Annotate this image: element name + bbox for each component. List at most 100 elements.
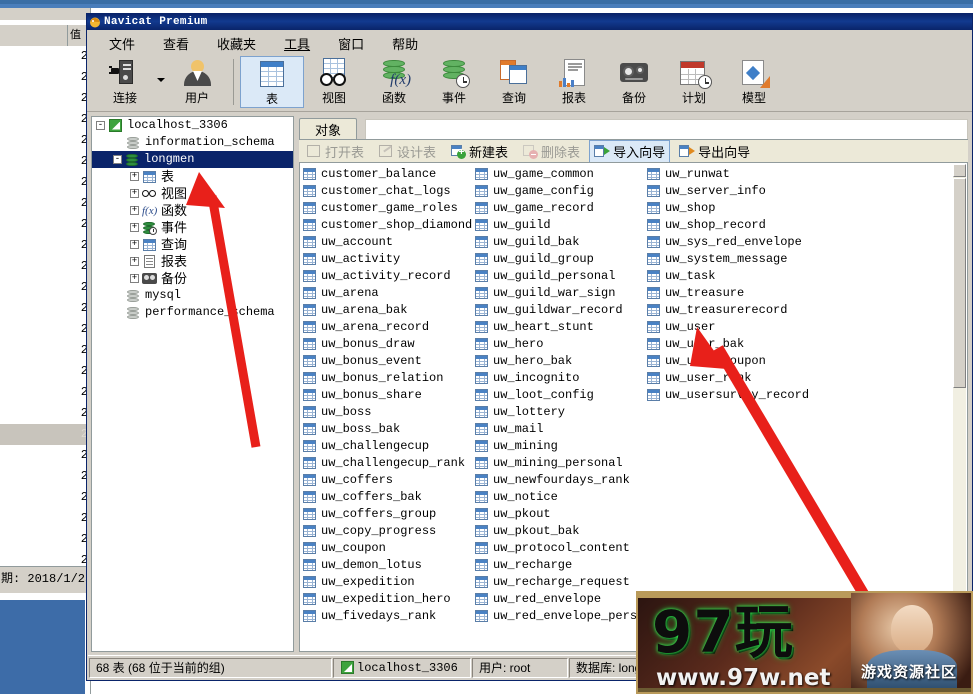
menu-view[interactable]: 查看 [149, 31, 203, 56]
background-row[interactable]: 2 [0, 88, 90, 109]
background-row[interactable]: 2 [0, 361, 90, 382]
table-list-item[interactable]: uw_activity [302, 250, 474, 267]
tree-node-information_schema[interactable]: information_schema [92, 134, 293, 151]
table-list-item[interactable]: uw_bonus_draw [302, 335, 474, 352]
table-list-item[interactable]: uw_boss_bak [302, 420, 474, 437]
toolbar-backup[interactable]: 备份 [604, 56, 664, 108]
expand-toggle-icon[interactable]: + [130, 223, 139, 232]
background-column-header-1[interactable] [0, 25, 68, 46]
table-list-item[interactable]: uw_system_message [646, 250, 836, 267]
table-list-item[interactable]: uw_sys_red_envelope [646, 233, 836, 250]
menu-help[interactable]: 帮助 [378, 31, 432, 56]
background-row[interactable]: 2 [0, 445, 90, 466]
collapse-toggle-icon[interactable]: - [113, 155, 122, 164]
background-row[interactable]: 2 [0, 403, 90, 424]
table-list-item[interactable]: uw_heart_stunt [474, 318, 646, 335]
menu-window[interactable]: 窗口 [324, 31, 378, 56]
toolbar-schedule[interactable]: 计划 [664, 56, 724, 108]
table-list-item[interactable]: uw_coffers_bak [302, 488, 474, 505]
table-list-item[interactable]: uw_pkout [474, 505, 646, 522]
table-list-item[interactable]: uw_account [302, 233, 474, 250]
menu-tools[interactable]: 工具 [270, 31, 324, 56]
expand-toggle-icon[interactable]: + [130, 172, 139, 181]
table-list-item[interactable]: uw_guild_personal [474, 267, 646, 284]
scrollbar-up-arrow[interactable] [953, 164, 966, 177]
table-list-item[interactable]: uw_red_envelope [474, 590, 646, 607]
tree-node--[interactable]: + 表 [92, 168, 293, 185]
table-list-item[interactable]: uw_mail [474, 420, 646, 437]
table-list-item[interactable]: uw_runwat [646, 165, 836, 182]
chevron-down-icon[interactable] [157, 78, 165, 82]
table-list-item[interactable]: uw_loot_config [474, 386, 646, 403]
table-list-item[interactable]: uw_guildwar_record [474, 301, 646, 318]
background-row[interactable]: 2 [0, 424, 90, 445]
background-row[interactable]: 2 [0, 235, 90, 256]
tree-node--[interactable]: + f(x) 函数 [92, 202, 293, 219]
menu-favorites[interactable]: 收藏夹 [203, 31, 270, 56]
table-list-item[interactable]: uw_treasurerecord [646, 301, 836, 318]
table-list-item[interactable]: uw_incognito [474, 369, 646, 386]
table-list-item[interactable]: uw_treasure [646, 284, 836, 301]
table-list-item[interactable]: uw_activity_record [302, 267, 474, 284]
table-list-item[interactable]: uw_recharge_request [474, 573, 646, 590]
table-list-item[interactable]: uw_newfourdays_rank [474, 471, 646, 488]
table-list-item[interactable]: uw_user_rank [646, 369, 836, 386]
table-list-item[interactable]: uw_notice [474, 488, 646, 505]
design-table-button[interactable]: 设计表 [373, 140, 441, 163]
background-row[interactable]: 2 [0, 277, 90, 298]
background-row[interactable]: 2 [0, 487, 90, 508]
background-row[interactable]: 2 [0, 109, 90, 130]
background-row[interactable]: 2 [0, 256, 90, 277]
table-list-item[interactable]: uw_coffers_group [302, 505, 474, 522]
background-row[interactable]: 2 [0, 508, 90, 529]
table-list-item[interactable]: uw_challengecup_rank [302, 454, 474, 471]
expand-toggle-icon[interactable]: + [130, 206, 139, 215]
tree-node--[interactable]: + 报表 [92, 253, 293, 270]
background-row[interactable]: 2 [0, 319, 90, 340]
table-list-item[interactable]: uw_expedition [302, 573, 474, 590]
table-list-item[interactable]: uw_protocol_content [474, 539, 646, 556]
export-wizard-button[interactable]: 导出向导 [674, 140, 755, 163]
table-list-item[interactable]: uw_shop_record [646, 216, 836, 233]
table-list-area[interactable]: customer_balance customer_chat_logs custom… [299, 162, 968, 652]
table-list-item[interactable]: uw_pkout_bak [474, 522, 646, 539]
background-row[interactable]: 2 [0, 67, 90, 88]
table-list-item[interactable]: uw_expedition_hero [302, 590, 474, 607]
tree-node-longmen[interactable]: - longmen [92, 151, 293, 168]
toolbar-user[interactable]: 用户 [167, 56, 227, 108]
toolbar-report[interactable]: 报表 [544, 56, 604, 108]
new-table-button[interactable]: 新建表 [445, 140, 513, 163]
toolbar-query[interactable]: 查询 [484, 56, 544, 108]
table-list-item[interactable]: uw_coffers [302, 471, 474, 488]
expand-toggle-icon[interactable]: + [130, 274, 139, 283]
table-list-item[interactable]: uw_arena_record [302, 318, 474, 335]
table-list-item[interactable]: uw_guild_group [474, 250, 646, 267]
table-list-item[interactable]: uw_user [646, 318, 836, 335]
table-list-item[interactable]: uw_game_common [474, 165, 646, 182]
table-list-item[interactable]: uw_user_bak [646, 335, 836, 352]
table-list-item[interactable]: uw_red_envelope_personal [474, 607, 666, 624]
table-list-item[interactable]: uw_server_info [646, 182, 836, 199]
table-list-item[interactable]: uw_bonus_share [302, 386, 474, 403]
table-list-item[interactable]: uw_usersurvey_record [646, 386, 836, 403]
background-row[interactable]: 2 [0, 382, 90, 403]
table-list-item[interactable]: uw_game_config [474, 182, 646, 199]
table-list-item[interactable]: customer_chat_logs [302, 182, 474, 199]
window-titlebar[interactable]: Navicat Premium [87, 14, 972, 30]
toolbar-table[interactable]: 表 [240, 56, 304, 108]
tree-node--[interactable]: + 事件 [92, 219, 293, 236]
expand-toggle-icon[interactable]: + [130, 257, 139, 266]
table-list-item[interactable]: uw_challengecup [302, 437, 474, 454]
expand-toggle-icon[interactable]: + [130, 240, 139, 249]
table-list-item[interactable]: uw_copy_progress [302, 522, 474, 539]
toolbar-event[interactable]: 事件 [424, 56, 484, 108]
table-list-item[interactable]: uw_boss [302, 403, 474, 420]
background-row[interactable]: 2 [0, 340, 90, 361]
tree-node-localhost_3306[interactable]: - localhost_3306 [92, 117, 293, 134]
toolbar-model[interactable]: 模型 [724, 56, 784, 108]
table-list-item[interactable]: uw_guild [474, 216, 646, 233]
toolbar-function[interactable]: f(x) 函数 [364, 56, 424, 108]
table-list-item[interactable]: uw_hero [474, 335, 646, 352]
menu-file[interactable]: 文件 [95, 31, 149, 56]
background-row[interactable]: 2 [0, 298, 90, 319]
